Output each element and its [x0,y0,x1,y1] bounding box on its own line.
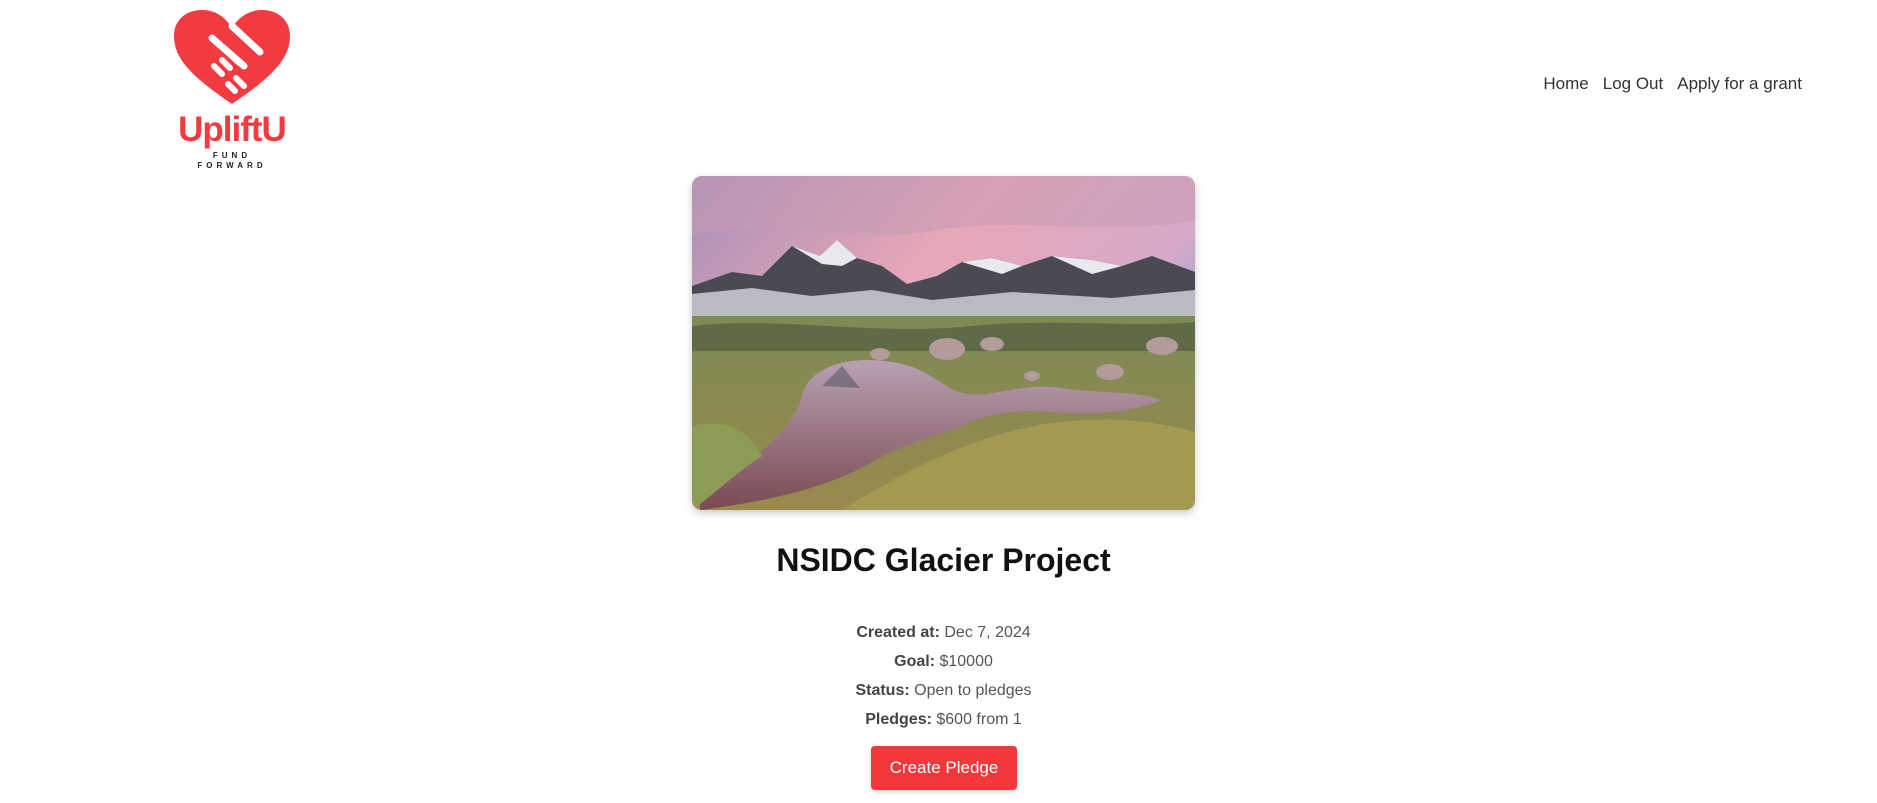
mountain-lake-photo [692,176,1195,510]
project-details: Created at: Dec 7, 2024 Goal: $10000 Sta… [0,618,1877,734]
detail-goal: Goal: $10000 [0,647,1877,676]
detail-pledges: Pledges: $600 from 1 [0,705,1877,734]
detail-value: Dec 7, 2024 [944,624,1031,641]
detail-status: Status: Open to pledges [0,676,1877,705]
detail-label: Pledges: [865,711,932,728]
project-title: NSIDC Glacier Project [776,542,1111,578]
detail-label: Created at: [856,624,940,641]
detail-label: Goal: [894,653,936,670]
top-navigation: Home Log Out Apply for a grant [1543,74,1802,94]
detail-value: Open to pledges [914,682,1032,699]
detail-created-at: Created at: Dec 7, 2024 [0,618,1877,647]
detail-value: $600 from 1 [936,711,1022,728]
create-pledge-button[interactable]: Create Pledge [871,746,1017,790]
brand-tagline-line2: FORWARD [197,161,267,170]
brand-tagline-line1: FUND [212,151,252,160]
detail-label: Status: [855,682,910,699]
brand-logo[interactable]: UpliftU FUND FORWARD [172,8,292,170]
project-image [692,176,1195,510]
nav-home-link[interactable]: Home [1543,74,1588,94]
brand-name: UpliftU [178,110,287,149]
heart-handshake-icon [174,10,290,104]
nav-logout-link[interactable]: Log Out [1603,74,1664,94]
nav-apply-grant-link[interactable]: Apply for a grant [1677,74,1802,94]
detail-value: $10000 [939,653,993,670]
